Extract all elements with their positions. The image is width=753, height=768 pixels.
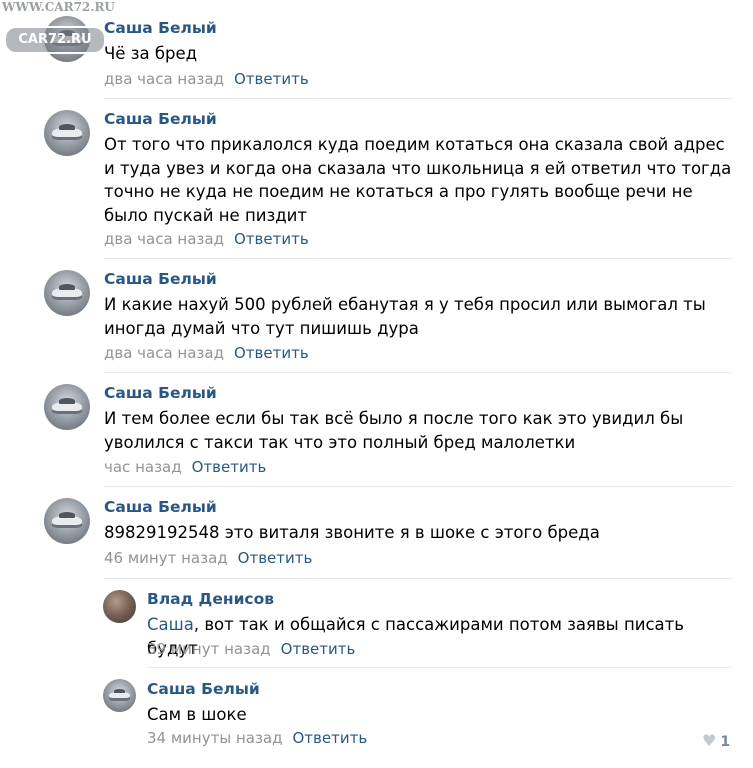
watermark-logo: CAR72.RU: [4, 26, 106, 54]
reply-button[interactable]: Ответить: [192, 458, 267, 476]
comment-text: Сам в шоке: [147, 705, 247, 724]
comment-text: И какие нахуй 500 рублей ебанутая я у те…: [104, 295, 706, 338]
avatar[interactable]: [44, 498, 90, 544]
like-count: 1: [720, 734, 731, 750]
comment-author[interactable]: Влад Денисов: [147, 590, 274, 608]
reply-button[interactable]: Ответить: [234, 70, 309, 88]
comment-author[interactable]: Саша Белый: [104, 110, 217, 128]
comment-meta: 39 минут назад Ответить: [147, 640, 355, 658]
like-button[interactable]: ♥ 1: [702, 731, 730, 750]
comment-meta: 46 минут назад Ответить: [104, 549, 312, 567]
divider: [104, 258, 732, 259]
comment-meta: 34 минуты назад Ответить: [147, 729, 367, 747]
comment-author[interactable]: Саша Белый: [104, 19, 217, 37]
divider: [147, 667, 732, 668]
comment-text: 89829192548 это виталя звоните я в шоке …: [104, 523, 600, 542]
heart-icon: ♥: [702, 731, 717, 750]
comment-time[interactable]: час назад: [104, 458, 182, 476]
divider: [104, 372, 732, 373]
divider: [104, 578, 732, 579]
comment-meta: два часа назад Ответить: [104, 344, 309, 362]
divider: [104, 98, 732, 99]
divider: [104, 486, 732, 487]
comment-time[interactable]: 39 минут назад: [147, 640, 271, 658]
comment-meta: два часа назад Ответить: [104, 70, 309, 88]
comment-time[interactable]: 46 минут назад: [104, 549, 228, 567]
comment-author[interactable]: Саша Белый: [147, 680, 260, 698]
comment-author[interactable]: Саша Белый: [104, 498, 217, 516]
mention-link[interactable]: Саша: [147, 615, 194, 634]
reply-button[interactable]: Ответить: [234, 344, 309, 362]
comment-time[interactable]: 34 минуты назад: [147, 729, 283, 747]
avatar[interactable]: [103, 590, 136, 623]
comment-time[interactable]: два часа назад: [104, 70, 224, 88]
comment-meta: два часа назад Ответить: [104, 230, 309, 248]
avatar[interactable]: [44, 110, 90, 156]
comment-time[interactable]: два часа назад: [104, 230, 224, 248]
reply-button[interactable]: Ответить: [234, 230, 309, 248]
comment-text: И тем более если бы так всё было я после…: [104, 409, 684, 452]
reply-button[interactable]: Ответить: [281, 640, 356, 658]
reply-button[interactable]: Ответить: [293, 729, 368, 747]
avatar[interactable]: [44, 270, 90, 316]
comment-text: От того что прикалолся куда поедим котат…: [104, 135, 732, 225]
comment-time[interactable]: два часа назад: [104, 344, 224, 362]
avatar[interactable]: [44, 384, 90, 430]
comment-author[interactable]: Саша Белый: [104, 384, 217, 402]
comment-meta: час назад Ответить: [104, 458, 266, 476]
comment-text: Чё за бред: [104, 44, 198, 63]
reply-button[interactable]: Ответить: [238, 549, 313, 567]
comment-author[interactable]: Саша Белый: [104, 270, 217, 288]
watermark-site: WWW.CAR72.RU: [2, 0, 115, 14]
avatar[interactable]: [103, 679, 136, 712]
